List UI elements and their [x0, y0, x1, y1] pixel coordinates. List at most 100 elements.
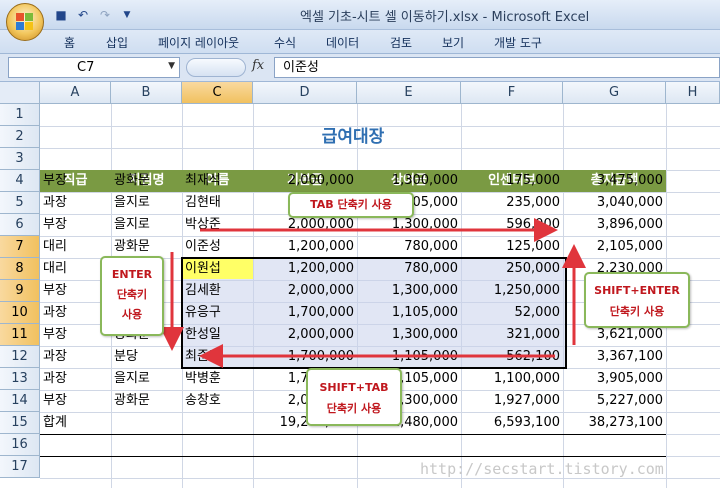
sheet-title: 급여대장 [321, 127, 385, 147]
row-header-17[interactable]: 17 [0, 456, 40, 478]
total-cell[interactable]: 38,273,100 [563, 412, 666, 433]
table-cell[interactable]: 최재석 [182, 170, 253, 191]
table-cell[interactable]: 125,000 [461, 236, 563, 257]
total-border-bottom [40, 456, 666, 457]
table-cell[interactable]: 1,927,000 [461, 390, 563, 411]
table-cell[interactable]: 596,000 [461, 214, 563, 235]
redo-icon[interactable]: ↷ [96, 7, 114, 23]
tab-review[interactable]: 검토 [390, 34, 412, 51]
title-bar: ■ ↶ ↷ ▼ 엑셀 기초-시트 셀 이동하기.xlsx - Microsoft… [0, 0, 720, 41]
tab-page-layout[interactable]: 페이지 레이아웃 [158, 34, 239, 51]
row-header-5[interactable]: 5 [0, 192, 40, 214]
tab-formulas[interactable]: 수식 [274, 34, 296, 51]
tab-view[interactable]: 보기 [442, 34, 464, 51]
shift-enter-callout: SHIFT+ENTER 단축키 사용 [584, 272, 690, 328]
table-cell[interactable]: 대리 [40, 236, 111, 257]
total-cell[interactable]: 6,593,100 [461, 412, 563, 433]
table-cell[interactable]: 175,000 [461, 170, 563, 191]
column-header-a[interactable]: A [40, 82, 111, 104]
shift-tab-callout-line1: SHIFT+TAB [319, 381, 389, 394]
total-cell[interactable] [182, 412, 253, 433]
table-cell[interactable]: 부장 [40, 170, 111, 191]
expand-handle[interactable] [186, 58, 246, 77]
row-header-6[interactable]: 6 [0, 214, 40, 236]
row-header-8[interactable]: 8 [0, 258, 40, 280]
table-cell[interactable]: 1,300,000 [357, 170, 461, 191]
table-cell[interactable]: 광화문 [111, 390, 182, 411]
table-cell[interactable]: 을지로 [111, 214, 182, 235]
table-cell[interactable]: 송창호 [182, 390, 253, 411]
row-header-12[interactable]: 12 [0, 346, 40, 368]
tab-developer[interactable]: 개발 도구 [494, 34, 542, 51]
table-cell[interactable]: 광화문 [111, 236, 182, 257]
table-cell[interactable]: 1,200,000 [253, 236, 357, 257]
table-cell[interactable]: 3,905,000 [563, 368, 666, 389]
tab-data[interactable]: 데이터 [326, 34, 359, 51]
table-cell[interactable]: 3,475,000 [563, 170, 666, 191]
table-cell[interactable]: 780,000 [357, 236, 461, 257]
selection-border [181, 257, 567, 369]
function-icon[interactable]: fx [252, 58, 264, 73]
row-header-13[interactable]: 13 [0, 368, 40, 390]
row-header-10[interactable]: 10 [0, 302, 40, 324]
total-cell[interactable]: 합계 [40, 412, 111, 433]
save-icon[interactable]: ■ [52, 7, 70, 23]
chevron-down-icon[interactable]: ▼ [168, 61, 175, 71]
row-header-16[interactable]: 16 [0, 434, 40, 456]
select-all-corner[interactable] [0, 82, 40, 104]
formula-buttons: fx [186, 57, 274, 78]
column-header-c[interactable]: C [182, 82, 253, 104]
table-cell[interactable]: 을지로 [111, 368, 182, 389]
row-header-3[interactable]: 3 [0, 148, 40, 170]
column-header-h[interactable]: H [666, 82, 720, 104]
table-cell[interactable]: 광화문 [111, 170, 182, 191]
table-cell[interactable]: 분당 [111, 346, 182, 367]
table-cell[interactable]: 박상준 [182, 214, 253, 235]
total-cell[interactable] [111, 412, 182, 433]
row-header-14[interactable]: 14 [0, 390, 40, 412]
table-cell[interactable]: 과장 [40, 346, 111, 367]
table-cell[interactable]: 2,105,000 [563, 236, 666, 257]
table-cell[interactable]: 이준성 [182, 236, 253, 257]
enter-callout: ENTER 단축키 사용 [100, 256, 164, 336]
column-header-f[interactable]: F [461, 82, 563, 104]
quick-access-toolbar: ■ ↶ ↷ ▼ [52, 6, 136, 24]
name-box[interactable]: C7 ▼ [8, 57, 180, 78]
row-header-4[interactable]: 4 [0, 170, 40, 192]
row-header-7[interactable]: 7 [0, 236, 40, 258]
table-cell[interactable]: 을지로 [111, 192, 182, 213]
column-header-b[interactable]: B [111, 82, 182, 104]
customize-qat-icon[interactable]: ▼ [118, 7, 136, 23]
total-border-top [40, 434, 666, 435]
table-cell[interactable]: 5,227,000 [563, 390, 666, 411]
column-header-e[interactable]: E [357, 82, 461, 104]
table-cell[interactable]: 3,040,000 [563, 192, 666, 213]
table-cell[interactable]: 235,000 [461, 192, 563, 213]
window-title: 엑셀 기초-시트 셀 이동하기.xlsx - Microsoft Excel [300, 10, 590, 25]
table-cell[interactable]: 2,000,000 [253, 170, 357, 191]
office-button[interactable] [6, 3, 44, 41]
table-cell[interactable]: 과장 [40, 368, 111, 389]
table-cell[interactable]: 부장 [40, 214, 111, 235]
enter-callout-line3: 사용 [121, 308, 143, 321]
tab-insert[interactable]: 삽입 [106, 34, 128, 51]
formula-input[interactable]: 이준성 [274, 57, 720, 78]
table-cell[interactable]: 박병훈 [182, 368, 253, 389]
shift-enter-callout-line1: SHIFT+ENTER [594, 284, 680, 297]
row-header-9[interactable]: 9 [0, 280, 40, 302]
table-cell[interactable]: 과장 [40, 192, 111, 213]
undo-icon[interactable]: ↶ [74, 7, 92, 23]
column-header-g[interactable]: G [563, 82, 666, 104]
tab-callout: TAB 단축키 사용 [288, 192, 414, 218]
row-header-11[interactable]: 11 [0, 324, 40, 346]
table-cell[interactable]: 3,896,000 [563, 214, 666, 235]
row-header-1[interactable]: 1 [0, 104, 40, 126]
table-cell[interactable]: 3,367,100 [563, 346, 666, 367]
table-cell[interactable]: 김현태 [182, 192, 253, 213]
table-cell[interactable]: 1,100,000 [461, 368, 563, 389]
tab-home[interactable]: 홈 [64, 34, 75, 51]
row-header-2[interactable]: 2 [0, 126, 40, 148]
column-header-d[interactable]: D [253, 82, 357, 104]
row-header-15[interactable]: 15 [0, 412, 40, 434]
table-cell[interactable]: 부장 [40, 390, 111, 411]
